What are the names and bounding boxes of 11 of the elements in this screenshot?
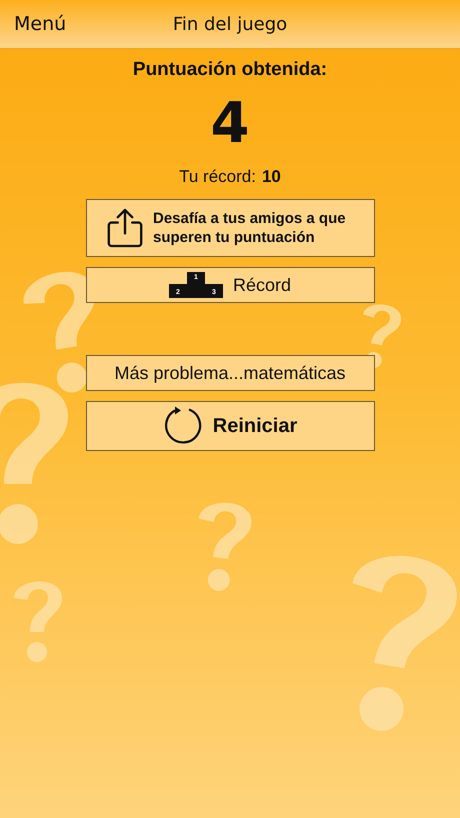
score-value: 4 (210, 91, 250, 157)
screen-title: Fin del juego (172, 14, 288, 34)
record-value: 10 (262, 167, 281, 187)
restart-button[interactable]: Reiniciar (86, 401, 374, 451)
more-button[interactable]: Más problema...matemáticas (86, 355, 374, 391)
menu-link[interactable]: Menú (14, 13, 66, 35)
share-icon (107, 207, 143, 249)
restart-icon (162, 406, 203, 446)
record-label: Tu récord: (179, 167, 256, 187)
share-button[interactable]: Desafía a tus amigos a que superen tu puntuación (86, 199, 374, 257)
score-label: Puntuación obtenida: (132, 59, 328, 81)
